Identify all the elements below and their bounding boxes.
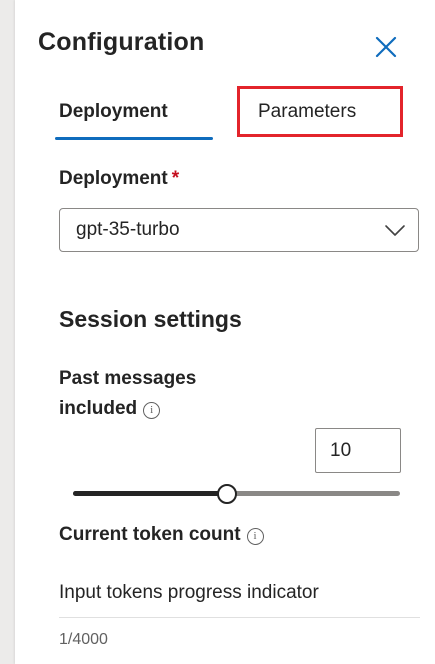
session-settings-heading: Session settings — [59, 306, 242, 332]
past-messages-input[interactable] — [315, 428, 401, 473]
deployment-label-text: Deployment — [59, 168, 168, 189]
configuration-panel: Configuration Deployment Parameters Depl… — [15, 0, 435, 664]
info-icon[interactable]: i — [143, 402, 161, 419]
past-messages-slider[interactable] — [73, 484, 400, 504]
tab-parameters[interactable]: Parameters — [258, 100, 356, 124]
progress-divider — [59, 617, 420, 618]
deployment-dropdown[interactable]: gpt-35-turbo — [59, 208, 419, 252]
close-icon[interactable] — [372, 33, 400, 61]
token-count-label-text: Current token count — [59, 524, 241, 545]
chevron-down-icon — [385, 225, 405, 236]
slider-thumb[interactable] — [216, 484, 237, 504]
info-icon[interactable]: i — [246, 528, 264, 545]
required-marker: * — [171, 168, 180, 189]
past-messages-label-text: Past messages included — [59, 368, 197, 419]
deployment-label: Deployment * — [59, 168, 179, 190]
tab-deployment[interactable]: Deployment — [59, 100, 168, 124]
slider-fill — [73, 491, 227, 496]
token-count-value: 1/4000 — [59, 631, 108, 648]
past-messages-label: Past messages included i — [59, 364, 279, 424]
token-progress-label: Input tokens progress indicator — [59, 582, 319, 603]
tab-selected-indicator — [55, 137, 213, 140]
panel-title: Configuration — [38, 28, 205, 56]
deployment-selected-value: gpt-35-turbo — [76, 219, 180, 240]
token-count-label: Current token count i — [59, 524, 264, 546]
